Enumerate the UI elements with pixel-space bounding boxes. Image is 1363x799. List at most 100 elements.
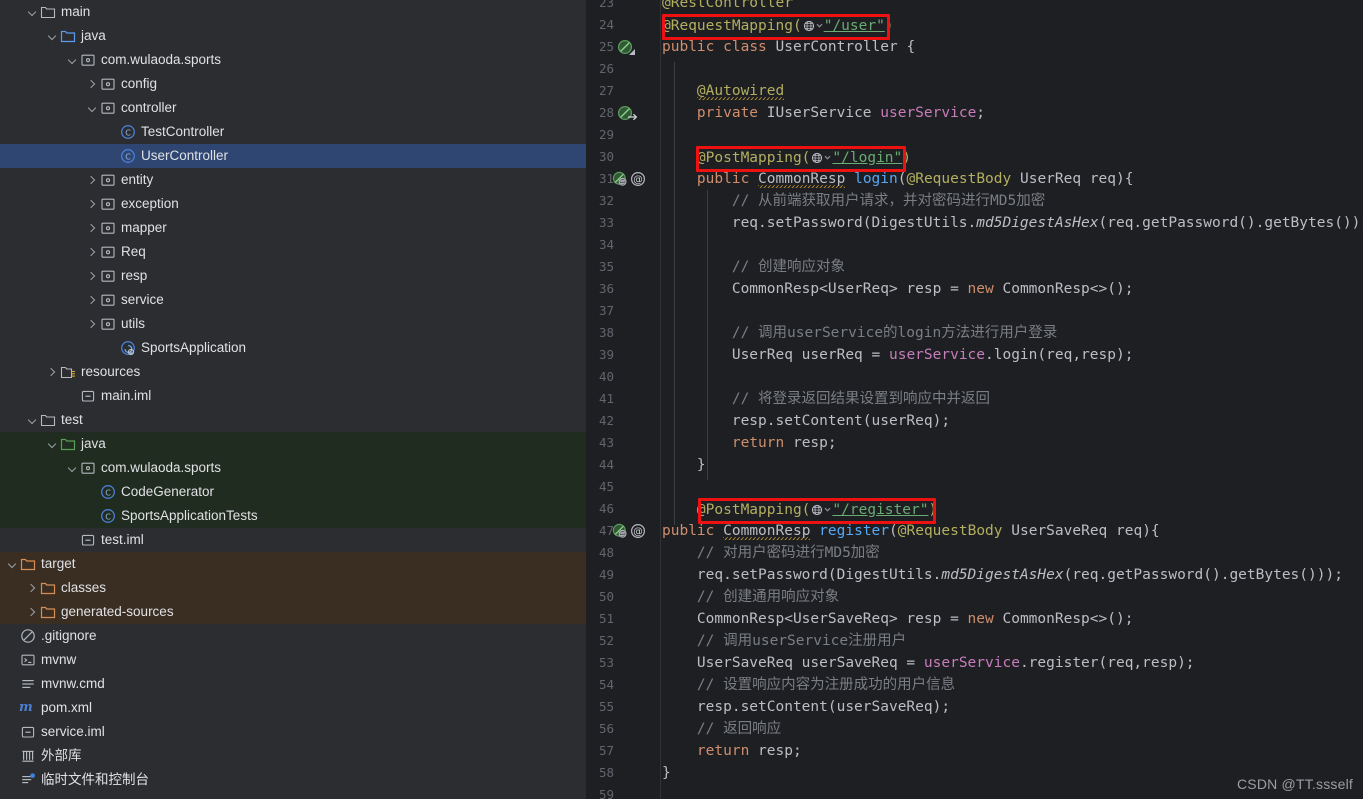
code-line-49[interactable]: req.setPassword(DigestUtils.md5DigestAsH… [662, 564, 1343, 586]
tree-item-java[interactable]: java [0, 432, 586, 456]
code-line-47[interactable]: public CommonResp register(@RequestBody … [662, 520, 1160, 542]
gutter-line-57[interactable]: 57 [586, 740, 661, 762]
chevron-right-icon[interactable] [46, 360, 59, 384]
chevron-down-icon[interactable] [66, 48, 79, 72]
code-line-23[interactable]: @RestController [662, 0, 793, 14]
gutter-line-58[interactable]: 58 [586, 762, 661, 784]
tree-item-mvnw-cmd[interactable]: mvnw.cmd [0, 672, 586, 696]
code-line-44[interactable]: } [662, 454, 706, 476]
tree-item-utils[interactable]: utils [0, 312, 586, 336]
tree-item-[interactable]: 外部库 [0, 744, 586, 768]
code-line-39[interactable]: UserReq userReq = userService.login(req,… [662, 344, 1134, 366]
chevron-down-icon[interactable] [46, 24, 59, 48]
chevron-down-icon[interactable] [816, 14, 823, 28]
chevron-down-icon[interactable] [26, 408, 39, 432]
gutter-line-29[interactable]: 29 [586, 124, 661, 146]
code-line-33[interactable]: req.setPassword(DigestUtils.md5DigestAsH… [662, 212, 1363, 234]
tree-item-sportsapplicationtests[interactable]: C SportsApplicationTests [0, 504, 586, 528]
code-line-55[interactable]: resp.setContent(userSaveReq); [662, 696, 950, 718]
gutter-line-23[interactable]: 23 [586, 0, 661, 14]
code-line-57[interactable]: return resp; [662, 740, 802, 762]
code-line-36[interactable]: CommonResp<UserReq> resp = new CommonRes… [662, 278, 1134, 300]
editor-code-area[interactable]: @RestController @RequestMapping("/user") p… [662, 0, 1363, 799]
gutter-line-42[interactable]: 42 [586, 410, 661, 432]
code-line-51[interactable]: CommonResp<UserSaveReq> resp = new Commo… [662, 608, 1134, 630]
chevron-right-icon[interactable] [86, 72, 99, 96]
gutter-line-45[interactable]: 45 [586, 476, 661, 498]
chevron-right-icon[interactable] [86, 192, 99, 216]
tree-item-test-iml[interactable]: test.iml [0, 528, 586, 552]
tree-item-entity[interactable]: entity [0, 168, 586, 192]
tree-item-exception[interactable]: exception [0, 192, 586, 216]
gutter-line-33[interactable]: 33 [586, 212, 661, 234]
gutter-line-28[interactable]: 28 [586, 102, 661, 124]
chevron-right-icon[interactable] [86, 240, 99, 264]
chevron-right-icon[interactable] [26, 576, 39, 600]
code-line-50[interactable]: // 创建通用响应对象 [662, 586, 839, 608]
tree-item-testcontroller[interactable]: C TestController [0, 120, 586, 144]
tree-item-java[interactable]: java [0, 24, 586, 48]
gutter-line-59[interactable]: 59 [586, 784, 661, 799]
tree-item-resp[interactable]: resp [0, 264, 586, 288]
tree-item-test[interactable]: test [0, 408, 586, 432]
implementing-method-gutter-icon[interactable] [617, 105, 638, 125]
code-line-25[interactable]: public class UserController { [662, 36, 915, 58]
gutter-line-48[interactable]: 48 [586, 542, 661, 564]
code-line-38[interactable]: // 调用userService的login方法进行用户登录 [662, 322, 1057, 344]
code-line-53[interactable]: UserSaveReq userSaveReq = userService.re… [662, 652, 1195, 674]
gutter-line-38[interactable]: 38 [586, 322, 661, 344]
chevron-down-icon[interactable] [824, 146, 831, 160]
code-line-30[interactable]: @PostMapping("/login") [662, 146, 911, 168]
tree-item-gitignore[interactable]: .gitignore [0, 624, 586, 648]
gutter-line-35[interactable]: 35 [586, 256, 661, 278]
tree-item-sportsapplication[interactable]: SportsApplication [0, 336, 586, 360]
gutter-line-26[interactable]: 26 [586, 58, 661, 80]
code-line-41[interactable]: // 将登录返回结果设置到响应中并返回 [662, 388, 990, 410]
gutter-line-56[interactable]: 56 [586, 718, 661, 740]
gutter-line-46[interactable]: 46 [586, 498, 661, 520]
code-line-24[interactable]: @RequestMapping("/user") [662, 14, 894, 36]
code-line-31[interactable]: public CommonResp login(@RequestBody Use… [662, 168, 1133, 190]
tree-item-pom-xml[interactable]: m pom.xml [0, 696, 586, 720]
tree-item-[interactable]: 临时文件和控制台 [0, 768, 586, 792]
chevron-down-icon[interactable] [824, 498, 831, 512]
chevron-down-icon[interactable] [26, 0, 39, 24]
tree-item-usercontroller[interactable]: C UserController [0, 144, 586, 168]
tree-item-com-wulaoda-sports[interactable]: com.wulaoda.sports [0, 48, 586, 72]
code-line-43[interactable]: return resp; [662, 432, 837, 454]
gutter-line-50[interactable]: 50 [586, 586, 661, 608]
chevron-right-icon[interactable] [86, 288, 99, 312]
gutter-line-55[interactable]: 55 [586, 696, 661, 718]
gutter-line-41[interactable]: 41 [586, 388, 661, 410]
tree-item-target[interactable]: target [0, 552, 586, 576]
tree-item-mvnw[interactable]: mvnw [0, 648, 586, 672]
gutter-line-31[interactable]: 31 @ [586, 168, 661, 190]
tree-item-config[interactable]: config [0, 72, 586, 96]
tree-item-resources[interactable]: resources [0, 360, 586, 384]
tree-item-generated-sources[interactable]: generated-sources [0, 600, 586, 624]
code-line-42[interactable]: resp.setContent(userReq); [662, 410, 950, 432]
code-line-54[interactable]: // 设置响应内容为注册成功的用户信息 [662, 674, 955, 696]
tree-item-controller[interactable]: controller [0, 96, 586, 120]
code-editor[interactable]: 23 24 25 26 27 28 29 30 31 @32 33 34 35 36 37 38 39 40 41 4… [586, 0, 1363, 799]
spring-bean-gutter-icon[interactable] [612, 171, 628, 191]
chevron-down-icon[interactable] [46, 432, 59, 456]
gutter-line-54[interactable]: 54 [586, 674, 661, 696]
chevron-down-icon[interactable] [86, 96, 99, 120]
tree-item-classes[interactable]: classes [0, 576, 586, 600]
tree-item-main[interactable]: main [0, 0, 586, 24]
annotation-gutter-icon[interactable]: @ [630, 171, 646, 191]
tree-item-service[interactable]: service [0, 288, 586, 312]
project-tree-panel[interactable]: main java com.wulaoda.sports config controll… [0, 0, 586, 799]
editor-gutter[interactable]: 23 24 25 26 27 28 29 30 31 @32 33 34 35 36 37 38 39 40 41 4… [586, 0, 661, 799]
code-line-56[interactable]: // 返回响应 [662, 718, 781, 740]
code-line-32[interactable]: // 从前端获取用户请求，并对密码进行MD5加密 [662, 190, 1045, 212]
gutter-line-36[interactable]: 36 [586, 278, 661, 300]
gutter-line-37[interactable]: 37 [586, 300, 661, 322]
gutter-line-43[interactable]: 43 [586, 432, 661, 454]
gutter-line-53[interactable]: 53 [586, 652, 661, 674]
spring-bean-gutter-icon[interactable] [612, 523, 628, 543]
code-line-58[interactable]: } [662, 762, 671, 784]
gutter-line-34[interactable]: 34 [586, 234, 661, 256]
code-line-27[interactable]: @Autowired [662, 80, 785, 102]
